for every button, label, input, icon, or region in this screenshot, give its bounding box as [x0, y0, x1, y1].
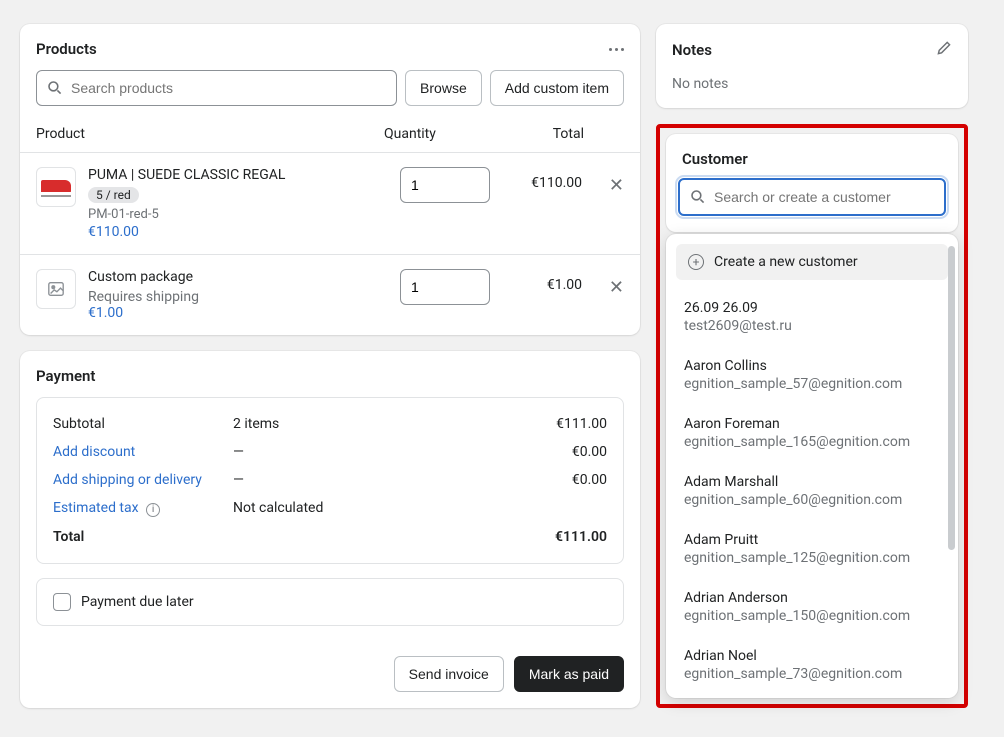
products-card: Products Browse Add custom item Product …	[20, 24, 640, 335]
shipping-mid: —	[233, 472, 572, 488]
product-row: PUMA | SUEDE CLASSIC REGAL 5 / red PM-01…	[20, 152, 640, 254]
shipping-amount: €0.00	[572, 472, 607, 488]
col-quantity: Quantity	[384, 126, 504, 142]
customer-email: egnition_sample_57@egnition.com	[684, 376, 940, 392]
notes-card: Notes No notes	[656, 24, 968, 108]
customer-name: Adam Marshall	[684, 474, 940, 490]
variant-badge: 5 / red	[88, 187, 139, 203]
search-icon	[690, 189, 706, 205]
product-row: Custom package Requires shipping €1.00 €…	[20, 254, 640, 335]
payment-card: Payment Subtotal 2 items €111.00 Add dis…	[20, 351, 640, 708]
add-custom-item-button[interactable]: Add custom item	[490, 70, 624, 106]
notes-empty: No notes	[656, 64, 968, 108]
product-subtitle: Requires shipping	[88, 289, 388, 305]
payment-due-later-row[interactable]: Payment due later	[36, 578, 624, 626]
pencil-icon	[936, 40, 952, 56]
col-total: Total	[504, 126, 584, 142]
product-price[interactable]: €110.00	[88, 224, 388, 240]
customer-email: egnition_sample_60@egnition.com	[684, 492, 940, 508]
subtotal-label: Subtotal	[53, 416, 233, 432]
payment-due-later-label: Payment due later	[81, 594, 194, 610]
payment-title: Payment	[36, 367, 95, 385]
more-icon[interactable]	[609, 48, 624, 51]
quantity-input[interactable]	[400, 269, 490, 305]
customer-email: egnition_sample_73@egnition.com	[684, 666, 940, 682]
remove-line-icon[interactable]: ✕	[594, 167, 624, 196]
product-thumbnail[interactable]	[36, 269, 76, 309]
customer-name: Adrian Anderson	[684, 590, 940, 606]
remove-line-icon[interactable]: ✕	[594, 269, 624, 298]
browse-button[interactable]: Browse	[405, 70, 482, 106]
customer-email: egnition_sample_165@egnition.com	[684, 434, 940, 450]
products-table-header: Product Quantity Total	[20, 118, 640, 152]
total-amount: €111.00	[555, 529, 607, 545]
scrollbar[interactable]	[948, 246, 955, 550]
customer-email: egnition_sample_150@egnition.com	[684, 608, 940, 624]
product-thumbnail[interactable]	[36, 167, 76, 207]
customer-name: 26.09 26.09	[684, 300, 940, 316]
total-label: Total	[53, 529, 233, 545]
mark-as-paid-button[interactable]: Mark as paid	[514, 656, 624, 692]
customer-name: Adrian Noel	[684, 648, 940, 664]
col-product: Product	[36, 126, 384, 142]
products-title: Products	[36, 40, 97, 58]
customer-option[interactable]: Aaron Collins egnition_sample_57@egnitio…	[666, 346, 958, 404]
customer-search-input[interactable]	[714, 189, 934, 205]
notes-title: Notes	[672, 41, 712, 59]
customer-title: Customer	[666, 134, 958, 178]
product-search-box[interactable]	[36, 70, 397, 106]
add-shipping-link[interactable]: Add shipping or delivery	[53, 472, 233, 488]
customer-search-box[interactable]	[678, 178, 946, 216]
customer-email: egnition_sample_125@egnition.com	[684, 550, 940, 566]
discount-amount: €0.00	[572, 444, 607, 460]
tax-mid: Not calculated	[233, 500, 607, 516]
product-price[interactable]: €1.00	[88, 305, 388, 321]
customer-option[interactable]: Aaron Foreman egnition_sample_165@egniti…	[666, 404, 958, 462]
payment-due-later-checkbox[interactable]	[53, 593, 71, 611]
customer-name: Aaron Foreman	[684, 416, 940, 432]
customer-email: test2609@test.ru	[684, 318, 940, 334]
placeholder-image-icon	[47, 280, 65, 298]
payment-summary: Subtotal 2 items €111.00 Add discount — …	[36, 397, 624, 564]
subtotal-amount: €111.00	[556, 416, 607, 432]
customer-card: Customer	[666, 134, 958, 232]
product-sku: PM-01-red-5	[88, 207, 388, 222]
send-invoice-button[interactable]: Send invoice	[394, 656, 504, 692]
customer-name: Adam Pruitt	[684, 532, 940, 548]
line-total: €1.00	[502, 269, 582, 293]
search-icon	[47, 80, 63, 96]
customer-option[interactable]: Adrian Anderson egnition_sample_150@egni…	[666, 578, 958, 636]
customer-option[interactable]: Adam Pruitt egnition_sample_125@egnition…	[666, 520, 958, 578]
customer-highlight: Customer + Create a new customer 26.09 2…	[656, 124, 968, 708]
create-customer-option[interactable]: + Create a new customer	[676, 244, 948, 280]
customer-name: Aaron Collins	[684, 358, 940, 374]
line-total: €110.00	[502, 167, 582, 191]
customer-option[interactable]: 26.09 26.09 test2609@test.ru	[666, 288, 958, 346]
info-icon[interactable]: i	[146, 503, 160, 517]
estimated-tax-link[interactable]: Estimated tax	[53, 500, 139, 516]
edit-notes-icon[interactable]	[936, 40, 952, 60]
add-discount-link[interactable]: Add discount	[53, 444, 233, 460]
product-title[interactable]: Custom package	[88, 269, 388, 285]
quantity-input[interactable]	[400, 167, 490, 203]
customer-option[interactable]: Adrian Noel egnition_sample_73@egnition.…	[666, 636, 958, 694]
create-customer-label: Create a new customer	[714, 254, 858, 270]
plus-circle-icon: +	[688, 254, 704, 270]
subtotal-items: 2 items	[233, 416, 556, 432]
discount-mid: —	[233, 444, 572, 460]
product-title[interactable]: PUMA | SUEDE CLASSIC REGAL	[88, 167, 388, 183]
product-search-input[interactable]	[71, 80, 386, 96]
customer-option[interactable]: Adam Marshall egnition_sample_60@egnitio…	[666, 462, 958, 520]
customer-dropdown: + Create a new customer 26.09 26.09 test…	[666, 234, 958, 698]
